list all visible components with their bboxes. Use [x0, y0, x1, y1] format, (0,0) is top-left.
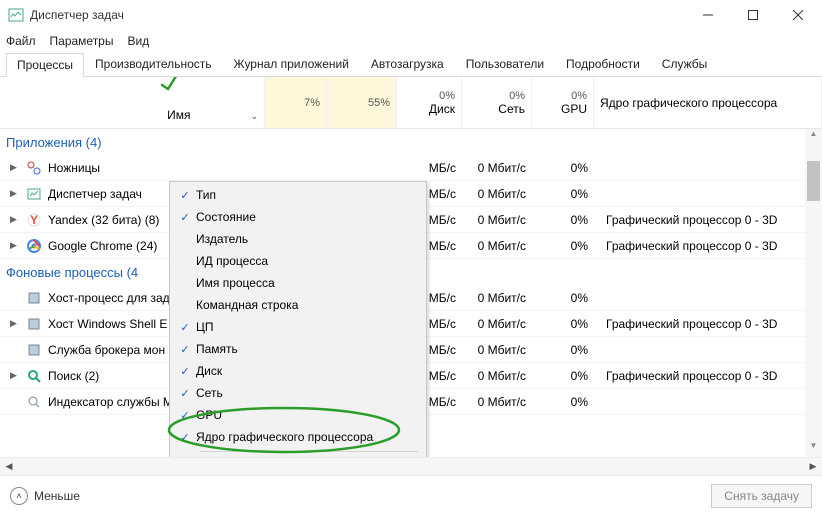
- expand-icon[interactable]: ▶: [10, 370, 20, 381]
- menu-item-gpu[interactable]: ✓GPU: [170, 404, 426, 426]
- app-icon-chrome: [26, 238, 42, 254]
- tab-services[interactable]: Службы: [651, 52, 718, 76]
- expand-icon[interactable]: ▶: [10, 188, 20, 199]
- end-task-button[interactable]: Снять задачу: [711, 484, 812, 508]
- menu-options[interactable]: Параметры: [50, 34, 114, 48]
- process-icon: [26, 290, 42, 306]
- menu-item-process-name[interactable]: Имя процесса: [170, 272, 426, 294]
- svg-text:Y: Y: [30, 213, 38, 227]
- column-disk[interactable]: 0%Диск: [397, 77, 462, 128]
- sort-indicator-icon: ⌄: [250, 111, 258, 122]
- footer: ˄ Меньше Снять задачу: [0, 475, 822, 515]
- titlebar: Диспетчер задач: [0, 0, 822, 30]
- menu-item-disk[interactable]: ✓Диск: [170, 360, 426, 382]
- menu-item-memory[interactable]: ✓Память: [170, 338, 426, 360]
- process-icon: [26, 342, 42, 358]
- menubar: Файл Параметры Вид: [0, 30, 822, 52]
- column-network[interactable]: 0%Сеть: [462, 77, 532, 128]
- tab-processes[interactable]: Процессы: [6, 53, 84, 77]
- expand-icon[interactable]: ▶: [10, 214, 20, 225]
- app-icon-search: [26, 368, 42, 384]
- menu-separator: [200, 451, 418, 452]
- column-cpu[interactable]: 7%: [265, 77, 327, 128]
- expand-icon[interactable]: ▶: [10, 162, 20, 173]
- tab-performance[interactable]: Производительность: [84, 52, 222, 76]
- chevron-up-icon: ˄: [10, 487, 28, 505]
- maximize-button[interactable]: [730, 0, 775, 30]
- process-icon: [26, 316, 42, 332]
- minimize-button[interactable]: [685, 0, 730, 30]
- process-table: Имя ⌄ 7% 55% 0%Диск 0%Сеть 0%GPU Ядро гр…: [0, 77, 822, 457]
- vertical-scrollbar[interactable]: ▲ ▼: [805, 129, 822, 457]
- menu-item-publisher[interactable]: Издатель: [170, 228, 426, 250]
- column-headers[interactable]: Имя ⌄ 7% 55% 0%Диск 0%Сеть 0%GPU Ядро гр…: [0, 77, 822, 129]
- tab-startup[interactable]: Автозагрузка: [360, 52, 455, 76]
- menu-item-pid[interactable]: ИД процесса: [170, 250, 426, 272]
- column-context-menu: ✓Тип ✓Состояние Издатель ИД процесса Имя…: [169, 181, 427, 457]
- menu-view[interactable]: Вид: [127, 34, 149, 48]
- column-gpu[interactable]: 0%GPU: [532, 77, 594, 128]
- app-icon-taskmanager: [26, 186, 42, 202]
- menu-item-resource-values[interactable]: Значения ресурсов▶: [170, 455, 426, 457]
- tab-users[interactable]: Пользователи: [455, 52, 555, 76]
- expand-icon[interactable]: ▶: [10, 240, 20, 251]
- menu-item-network[interactable]: ✓Сеть: [170, 382, 426, 404]
- app-icon-yandex: Y: [26, 212, 42, 228]
- fewer-details-button[interactable]: ˄ Меньше: [10, 487, 80, 505]
- column-name[interactable]: Имя ⌄: [0, 77, 265, 128]
- menu-item-status[interactable]: ✓Состояние: [170, 206, 426, 228]
- column-gpu-engine[interactable]: Ядро графического процессора: [594, 77, 822, 128]
- table-row[interactable]: ▶Ножницы МБ/с0 Мбит/с 0%: [0, 155, 822, 181]
- scrollbar-thumb[interactable]: [807, 161, 820, 201]
- tab-details[interactable]: Подробности: [555, 52, 651, 76]
- process-icon: [26, 394, 42, 410]
- menu-item-cpu[interactable]: ✓ЦП: [170, 316, 426, 338]
- tab-app-history[interactable]: Журнал приложений: [223, 52, 360, 76]
- tabs: Процессы Производительность Журнал прило…: [0, 52, 822, 77]
- menu-item-type[interactable]: ✓Тип: [170, 184, 426, 206]
- scroll-left-icon[interactable]: ◀: [0, 461, 18, 472]
- menu-item-gpu-engine[interactable]: ✓Ядро графического процессора: [170, 426, 426, 448]
- app-icon-snipping: [26, 160, 42, 176]
- horizontal-scrollbar[interactable]: ◀ ▶: [0, 457, 822, 475]
- close-button[interactable]: [775, 0, 820, 30]
- column-memory[interactable]: 55%: [327, 77, 397, 128]
- app-icon: [8, 7, 24, 23]
- menu-item-command-line[interactable]: Командная строка: [170, 294, 426, 316]
- window-title: Диспетчер задач: [30, 8, 685, 22]
- column-name-label: Имя: [167, 108, 190, 122]
- group-applications[interactable]: Приложения (4): [0, 129, 822, 155]
- scroll-right-icon[interactable]: ▶: [804, 461, 822, 472]
- expand-icon[interactable]: ▶: [10, 318, 20, 329]
- menu-file[interactable]: Файл: [6, 34, 36, 48]
